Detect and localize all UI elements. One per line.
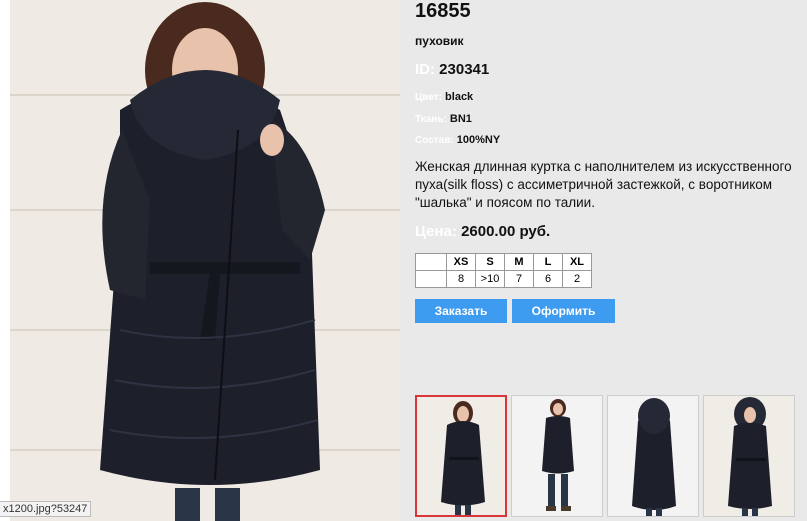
price-label: Цена: bbox=[415, 223, 457, 240]
product-title: 16855 bbox=[415, 0, 471, 22]
size-table: XS S M L XL 8 >10 7 6 2 bbox=[415, 253, 592, 288]
size-value-xs: 8 bbox=[446, 270, 476, 288]
size-header-l: L bbox=[533, 253, 563, 271]
attr-color-label: Цвет: bbox=[415, 92, 442, 103]
thumbnail-4[interactable] bbox=[703, 395, 795, 517]
attr-fabric-label: Ткань: bbox=[415, 114, 447, 125]
size-header-xl: XL bbox=[562, 253, 592, 271]
attr-fabric-value: BN1 bbox=[449, 113, 472, 125]
size-value-xl: 2 bbox=[562, 270, 592, 288]
size-values-row: 8 >10 7 6 2 bbox=[415, 270, 592, 288]
status-bar-url: x1200.jpg?53247 bbox=[0, 501, 92, 517]
attr-composition-label: Состав: bbox=[415, 135, 454, 146]
thumbnail-2[interactable] bbox=[511, 395, 603, 517]
attr-color: Цвет: black bbox=[415, 91, 473, 103]
order-button[interactable]: Заказать bbox=[415, 299, 507, 323]
id-label: ID: bbox=[415, 61, 435, 78]
size-header-m: M bbox=[504, 253, 534, 271]
product-id: ID: 230341 bbox=[415, 61, 489, 78]
size-row-label bbox=[415, 270, 447, 288]
attr-color-value: black bbox=[445, 91, 474, 103]
attr-fabric: Ткань: BN1 bbox=[415, 113, 472, 125]
attr-composition-value: 100%NY bbox=[456, 134, 501, 146]
size-value-m: 7 bbox=[504, 270, 534, 288]
size-header-xs: XS bbox=[446, 253, 476, 271]
left-panel: x1200.jpg?53247 bbox=[0, 0, 400, 521]
thumbnail-3[interactable] bbox=[607, 395, 699, 517]
checkout-button[interactable]: Оформить bbox=[512, 299, 615, 323]
product-info-panel: 16855 пуховик ID: 230341 Цвет: black Тка… bbox=[400, 0, 807, 521]
size-value-s: >10 bbox=[475, 270, 505, 288]
product-type: пуховик bbox=[415, 34, 464, 48]
product-main-photo bbox=[10, 0, 400, 521]
size-header-s: S bbox=[475, 253, 505, 271]
thumbnail-1[interactable] bbox=[415, 395, 507, 517]
id-value: 230341 bbox=[439, 61, 490, 78]
price-value: 2600.00 руб. bbox=[461, 223, 551, 240]
size-header-row: XS S M L XL bbox=[415, 253, 592, 271]
product-description: Женская длинная куртка с наполнителем из… bbox=[415, 159, 792, 210]
attr-composition: Состав: 100%NY bbox=[415, 134, 500, 146]
size-corner-cell bbox=[415, 253, 447, 271]
price: Цена: 2600.00 руб. bbox=[415, 223, 550, 240]
size-value-l: 6 bbox=[533, 270, 563, 288]
